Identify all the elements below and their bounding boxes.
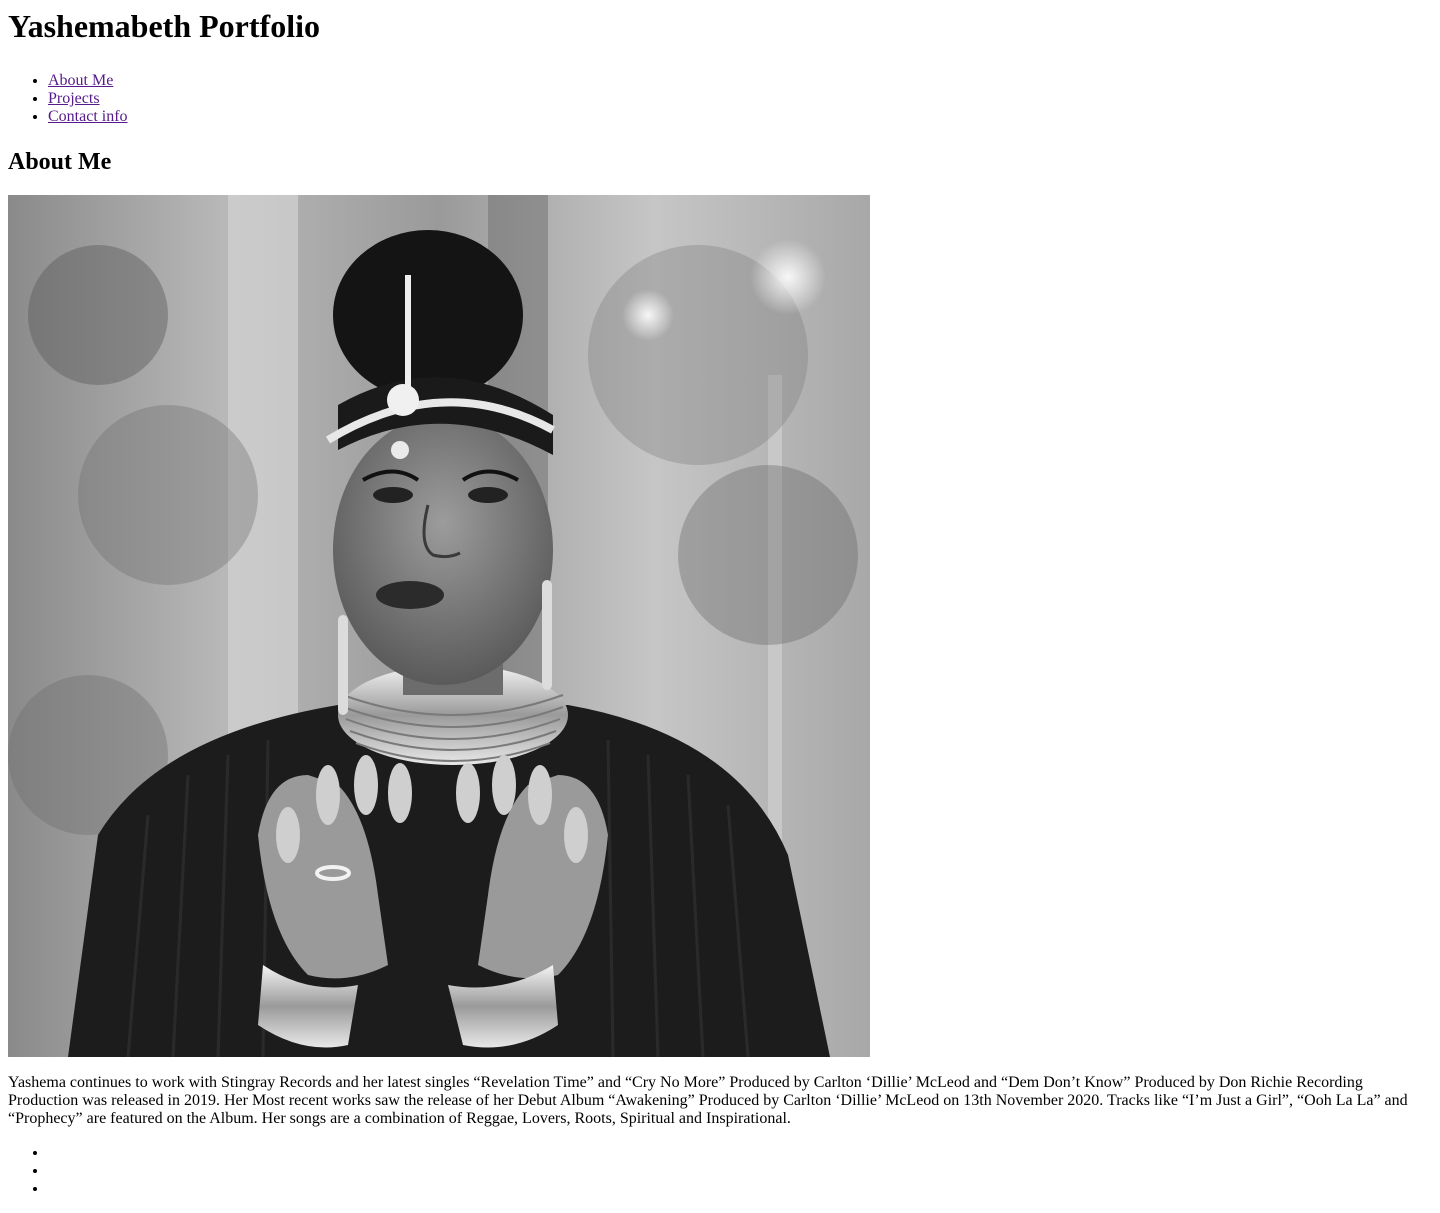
social-item [48,1180,1432,1198]
nav-item-about: About Me [48,72,1432,90]
social-list [8,1144,1432,1198]
nav-link-about-me[interactable]: About Me [48,72,113,89]
portrait-photo [8,195,870,1057]
page-title: Yashemabeth Portfolio [8,8,320,44]
nav-link-projects[interactable]: Projects [48,90,100,107]
about-bio: Yashema continues to work with Stingray … [8,1074,1408,1127]
nav-item-projects: Projects [48,90,1432,108]
nav-link-contact-info[interactable]: Contact info [48,108,128,125]
nav-item-contact: Contact info [48,108,1432,126]
page: Yashemabeth Portfolio About Me Projects … [0,0,1440,1198]
about-heading: About Me [8,149,112,175]
social-item [48,1162,1432,1180]
main-nav: About Me Projects Contact info [8,72,1432,126]
social-item [48,1144,1432,1162]
